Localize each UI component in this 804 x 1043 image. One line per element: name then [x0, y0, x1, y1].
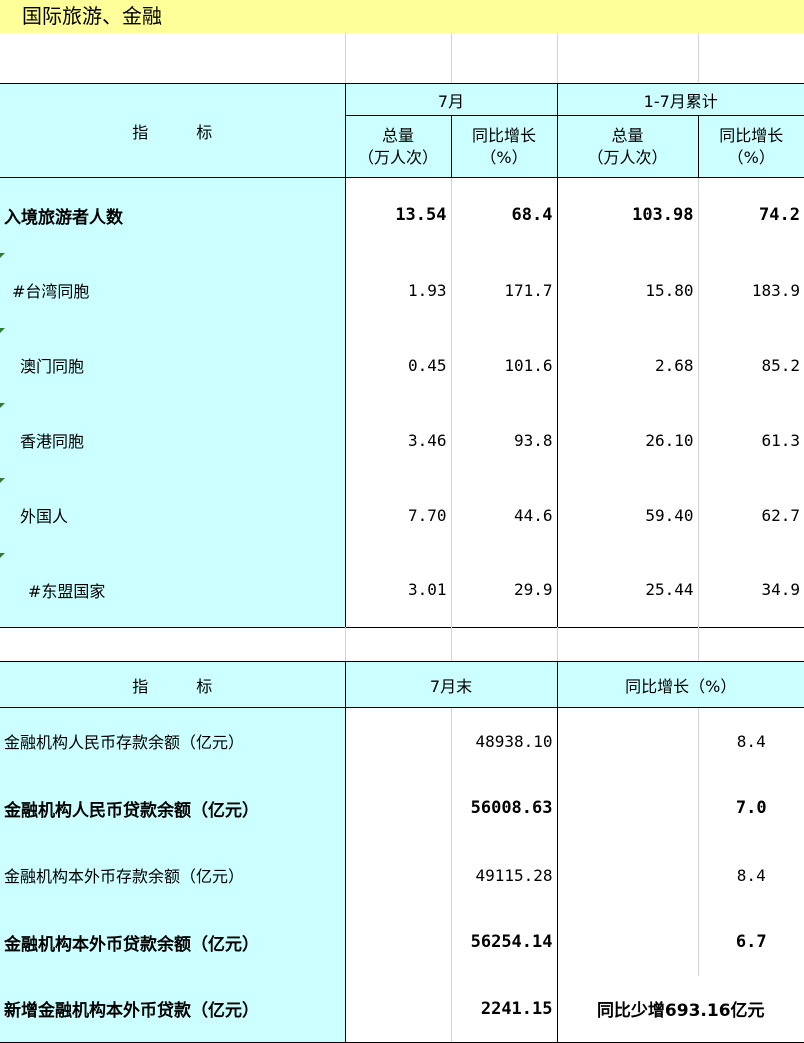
cell-value: 74.2 — [698, 178, 804, 253]
cell-value: 103.98 — [557, 178, 698, 253]
header-growth-line2: （%） — [699, 147, 804, 169]
header-total-line2: （万人次） — [346, 147, 451, 169]
cell-value: 68.4 — [451, 178, 557, 253]
tourism-table: 指 标 7月 1-7月累计 总量 （万人次） 同比增长 （%） 总量 （万人次）… — [0, 83, 804, 628]
header-indicator: 指 标 — [0, 84, 345, 178]
row-label: 香港同胞 — [0, 403, 345, 478]
blank-cell — [557, 909, 698, 976]
cell-value: 25.44 — [557, 553, 698, 628]
finance-header-month-end: 7月末 — [345, 662, 557, 708]
blank-cell — [0, 627, 345, 661]
row-label: 金融机构本外币贷款余额（亿元） — [0, 909, 345, 976]
blank-cell — [451, 33, 557, 83]
row-label: 金融机构本外币存款余额（亿元） — [0, 842, 345, 909]
cell-growth: 8.4 — [698, 708, 804, 775]
header-growth-cumulative: 同比增长 （%） — [698, 116, 804, 178]
header-indicator-label: 指 标 — [132, 123, 212, 142]
cell-value: 1.93 — [345, 253, 451, 328]
header-total-line1: 总量 — [558, 125, 698, 147]
table-row: #台湾同胞 1.93 171.7 15.80 183.9 — [0, 253, 804, 328]
header-total-line2: （万人次） — [558, 147, 698, 169]
table-row: 金融机构人民币存款余额（亿元） 48938.10 8.4 — [0, 708, 804, 775]
header-cumulative: 1-7月累计 — [557, 84, 804, 116]
table-row: 香港同胞 3.46 93.8 26.10 61.3 — [0, 403, 804, 478]
row-label: 入境旅游者人数 — [0, 178, 345, 253]
cell-value: 15.80 — [557, 253, 698, 328]
header-total-cumulative: 总量 （万人次） — [557, 116, 698, 178]
header-growth-july: 同比增长 （%） — [451, 116, 557, 178]
table-row: 金融机构本外币贷款余额（亿元） 56254.14 6.7 — [0, 909, 804, 976]
blank-cell — [345, 708, 451, 775]
blank-cell — [345, 33, 451, 83]
cell-value: 56254.14 — [451, 909, 557, 976]
blank-cell — [345, 627, 451, 661]
cell-value: 2241.15 — [451, 976, 557, 1043]
table-row: 澳门同胞 0.45 101.6 2.68 85.2 — [0, 328, 804, 403]
cell-value: 49115.28 — [451, 842, 557, 909]
blank-cell — [557, 775, 698, 842]
row-label: 金融机构人民币贷款余额（亿元） — [0, 775, 345, 842]
cell-value: 34.9 — [698, 553, 804, 628]
blank-cell — [0, 33, 345, 83]
cell-value: 2.68 — [557, 328, 698, 403]
cell-value: 56008.63 — [451, 775, 557, 842]
finance-table: 指 标 7月末 同比增长（%） 金融机构人民币存款余额（亿元） 48938.10… — [0, 661, 804, 1043]
cell-value: 7.70 — [345, 478, 451, 553]
finance-header-indicator: 指 标 — [0, 662, 345, 708]
table-row: 外国人 7.70 44.6 59.40 62.7 — [0, 478, 804, 553]
blank-cell — [345, 909, 451, 976]
cell-value: 13.54 — [345, 178, 451, 253]
header-growth-line1: 同比增长 — [699, 125, 804, 147]
header-total-july: 总量 （万人次） — [345, 116, 451, 178]
blank-cell — [557, 627, 698, 661]
cell-growth: 6.7 — [698, 909, 804, 976]
blank-cell — [698, 33, 804, 83]
table-row: 新增金融机构本外币贷款（亿元） 2241.15 同比少增693.16亿元 — [0, 976, 804, 1043]
cell-value: 59.40 — [557, 478, 698, 553]
table-row: 入境旅游者人数 13.54 68.4 103.98 74.2 — [0, 178, 804, 253]
cell-value: 183.9 — [698, 253, 804, 328]
row-label: 澳门同胞 — [0, 328, 345, 403]
row-label: 新增金融机构本外币贷款（亿元） — [0, 976, 345, 1043]
table-row: #东盟国家 3.01 29.9 25.44 34.9 — [0, 553, 804, 628]
cell-growth: 8.4 — [698, 842, 804, 909]
blank-cell — [451, 627, 557, 661]
blank-cell — [345, 976, 451, 1043]
cell-value: 61.3 — [698, 403, 804, 478]
spacer-top — [0, 33, 804, 83]
header-july: 7月 — [345, 84, 557, 116]
blank-cell — [557, 842, 698, 909]
blank-cell — [557, 33, 698, 83]
blank-cell — [345, 775, 451, 842]
cell-value: 62.7 — [698, 478, 804, 553]
cell-value: 48938.10 — [451, 708, 557, 775]
row-label: #台湾同胞 — [0, 253, 345, 328]
cell-value: 3.01 — [345, 553, 451, 628]
table-row: 金融机构本外币存款余额（亿元） 49115.28 8.4 — [0, 842, 804, 909]
blank-cell — [557, 708, 698, 775]
cell-value: 0.45 — [345, 328, 451, 403]
row-label: #东盟国家 — [0, 553, 345, 628]
header-growth-line1: 同比增长 — [452, 125, 557, 147]
cell-value: 3.46 — [345, 403, 451, 478]
header-total-line1: 总量 — [346, 125, 451, 147]
cell-growth: 7.0 — [698, 775, 804, 842]
cell-value: 171.7 — [451, 253, 557, 328]
row-label: 外国人 — [0, 478, 345, 553]
table-row: 金融机构人民币贷款余额（亿元） 56008.63 7.0 — [0, 775, 804, 842]
finance-header-growth: 同比增长（%） — [557, 662, 804, 708]
spacer-middle — [0, 627, 804, 661]
blank-cell — [698, 627, 804, 661]
cell-value: 93.8 — [451, 403, 557, 478]
row-label: 金融机构人民币存款余额（亿元） — [0, 708, 345, 775]
cell-value: 26.10 — [557, 403, 698, 478]
header-growth-line2: （%） — [452, 147, 557, 169]
cell-growth-note: 同比少增693.16亿元 — [557, 976, 804, 1043]
cell-value: 85.2 — [698, 328, 804, 403]
cell-value: 29.9 — [451, 553, 557, 628]
blank-cell — [345, 842, 451, 909]
cell-value: 44.6 — [451, 478, 557, 553]
cell-value: 101.6 — [451, 328, 557, 403]
page-title: 国际旅游、金融 — [0, 0, 804, 33]
